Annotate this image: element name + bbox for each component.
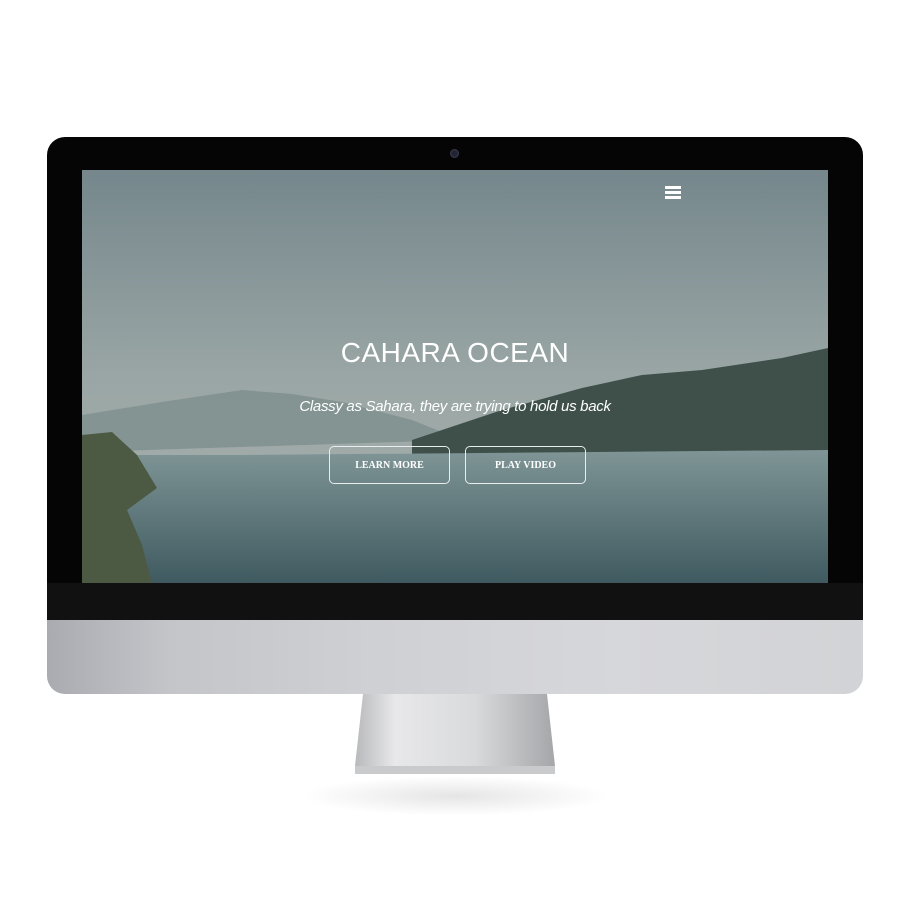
hero-title: CAHARA OCEAN [340,337,570,368]
camera-icon [450,149,459,158]
monitor-stand [355,694,555,774]
monitor-chin [47,620,863,694]
website-screen: CAHARA OCEAN Classy as Sahara, they are … [82,170,828,583]
monitor-bezel-bottom [47,583,863,620]
hero-background-image [82,170,828,583]
play-video-button[interactable]: PLAY VIDEO [465,446,586,484]
learn-more-button[interactable]: LEARN MORE [329,446,450,484]
stand-shadow [300,776,610,816]
hero-subtitle: Classy as Sahara, they are trying to hol… [299,398,611,415]
hamburger-menu-icon[interactable] [665,186,681,200]
